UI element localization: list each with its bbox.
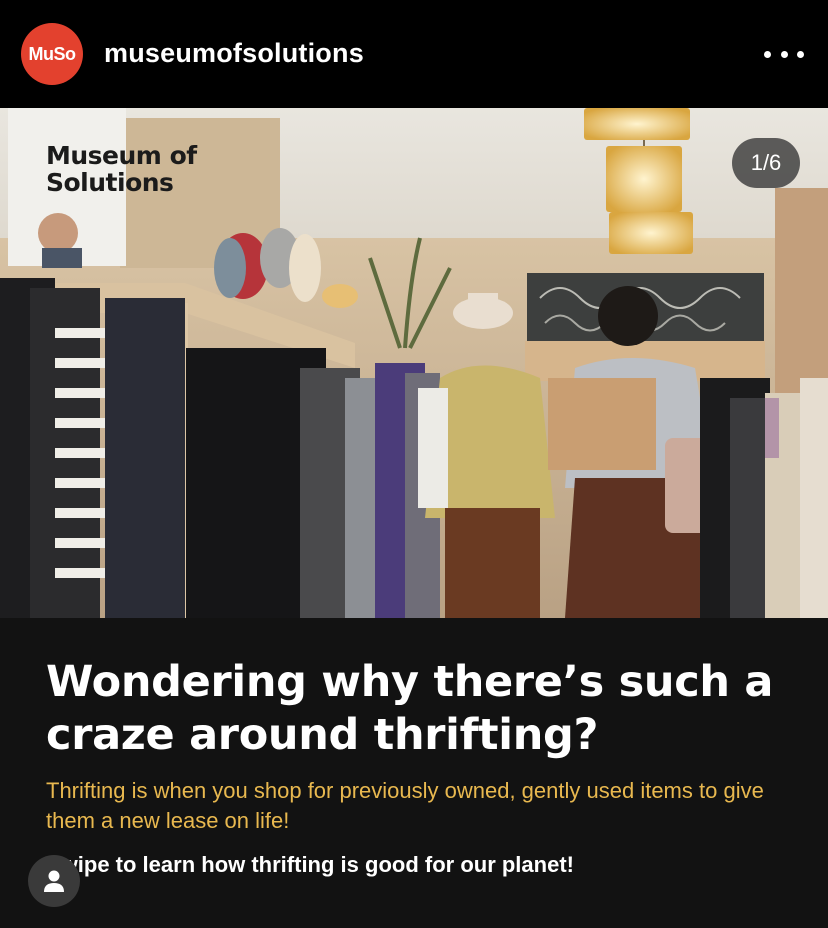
logo-line-1: Museum of: [46, 141, 197, 170]
swipe-prompt: Swipe to learn how thrifting is good for…: [46, 852, 574, 877]
person-icon: [44, 870, 64, 892]
caption-panel: Wondering why there’s such a craze aroun…: [0, 618, 828, 928]
more-options-icon[interactable]: [764, 42, 804, 66]
profile-avatar[interactable]: MuSo: [21, 23, 83, 85]
logo-line-2: Solutions: [46, 168, 174, 197]
post-header: MuSo museumofsolutions: [0, 0, 828, 108]
carousel-counter: 1/6: [732, 138, 800, 188]
username-link[interactable]: museumofsolutions: [104, 38, 364, 69]
tagged-users-button[interactable]: [28, 855, 80, 907]
museum-logo: Museum of Solutions: [46, 142, 197, 196]
avatar-text: MuSo: [28, 43, 77, 64]
subtitle: Thrifting is when you shop for previousl…: [46, 778, 764, 833]
headline: Wondering why there’s such a craze aroun…: [46, 657, 774, 760]
